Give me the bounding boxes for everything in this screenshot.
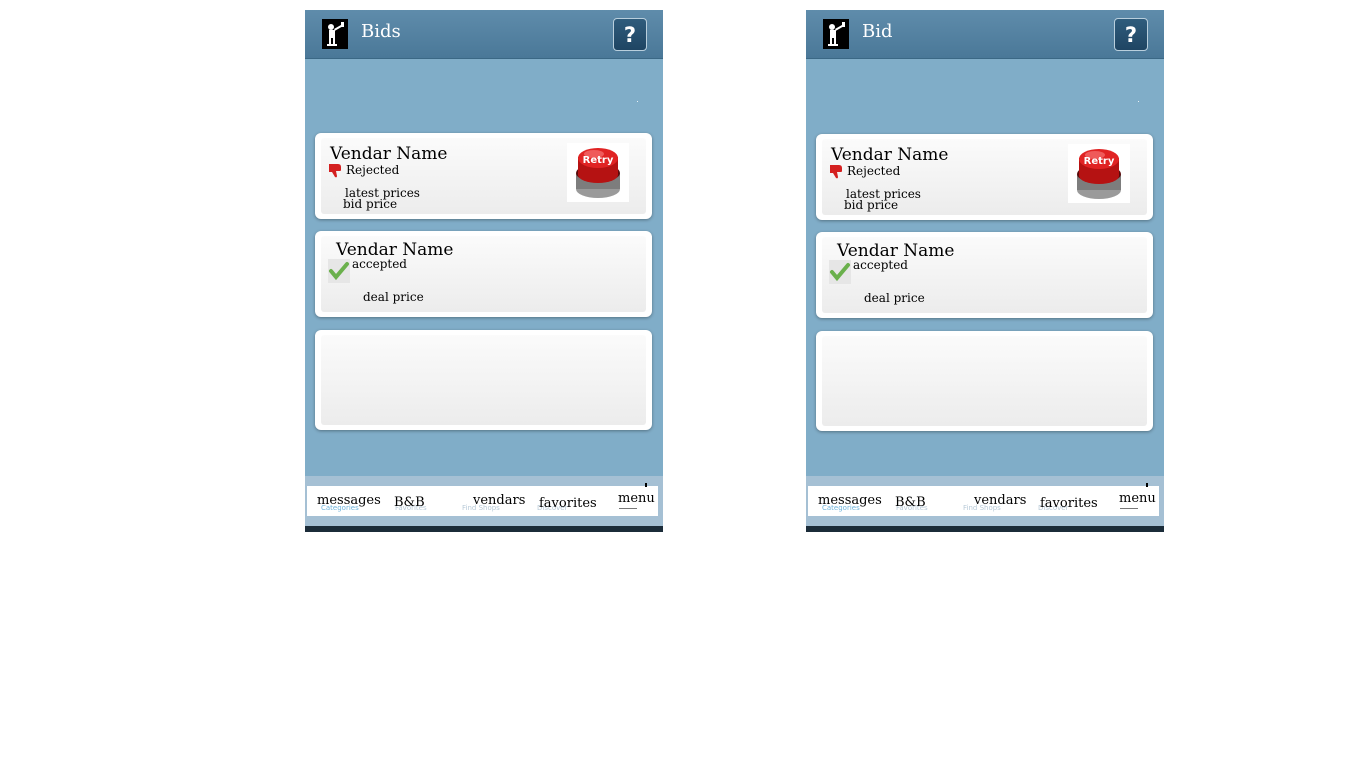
bid-price-label: bid price bbox=[844, 198, 899, 212]
status-text: accepted bbox=[352, 257, 407, 271]
thumbs-down-icon bbox=[830, 165, 842, 179]
status-text: accepted bbox=[853, 258, 908, 272]
retry-button-icon bbox=[1077, 149, 1121, 199]
app-logo-icon bbox=[823, 19, 849, 49]
page-title: Bid bbox=[862, 21, 893, 42]
tab-favorites[interactable]: favorites bbox=[1040, 496, 1098, 511]
tab-messages[interactable]: messages bbox=[317, 493, 381, 508]
tab-vendars[interactable]: vendars bbox=[974, 493, 1026, 508]
help-button[interactable]: ? bbox=[613, 18, 647, 51]
bid-price-label: bid price bbox=[343, 197, 398, 211]
checkmark-icon bbox=[829, 260, 851, 284]
menu-tick bbox=[1146, 483, 1148, 487]
app-logo-icon bbox=[322, 19, 348, 49]
vendor-name: Vendar Name bbox=[831, 145, 949, 165]
vendor-name: Vendar Name bbox=[330, 144, 448, 164]
bid-card-rejected[interactable]: Vendar Name Rejected latest prices bid p… bbox=[315, 133, 652, 219]
menu-underline bbox=[1120, 508, 1138, 509]
bid-card-accepted[interactable]: Vendar Name accepted deal price bbox=[816, 232, 1153, 318]
checkmark-icon bbox=[328, 259, 350, 283]
deal-price-label: deal price bbox=[864, 291, 925, 305]
bottom-tab-bar: Categories Favorites Find Shops Discover… bbox=[307, 483, 658, 516]
status-text: Rejected bbox=[346, 163, 400, 177]
tab-vendars[interactable]: vendars bbox=[473, 493, 525, 508]
tab-bnb[interactable]: B&B bbox=[895, 495, 926, 510]
bid-card-accepted[interactable]: Vendar Name accepted deal price bbox=[315, 231, 652, 317]
retry-button-icon bbox=[576, 148, 620, 198]
deal-price-label: deal price bbox=[363, 290, 424, 304]
thumbs-down-icon bbox=[329, 164, 341, 178]
empty-card bbox=[315, 330, 652, 430]
divider-dot bbox=[637, 101, 638, 102]
phone-screen-bids: Bids ? Vendar Name Rejected latest price… bbox=[305, 10, 663, 532]
bottom-edge bbox=[305, 526, 663, 532]
tab-menu[interactable]: menu bbox=[618, 491, 655, 506]
tab-bnb[interactable]: B&B bbox=[394, 495, 425, 510]
card-body bbox=[321, 335, 646, 425]
tab-menu[interactable]: menu bbox=[1119, 491, 1156, 506]
menu-underline bbox=[619, 508, 637, 509]
tab-favorites[interactable]: favorites bbox=[539, 496, 597, 511]
bottom-edge bbox=[806, 526, 1164, 532]
menu-tick bbox=[645, 483, 647, 487]
header-bar: Bids ? bbox=[305, 10, 663, 59]
retry-label: Retry bbox=[582, 155, 614, 166]
bottom-tab-bar: Categories Favorites Find Shops Discover… bbox=[808, 483, 1159, 516]
page-title: Bids bbox=[361, 21, 401, 42]
help-button[interactable]: ? bbox=[1114, 18, 1148, 51]
header-bar: Bid ? bbox=[806, 10, 1164, 59]
retry-button[interactable]: Retry bbox=[1068, 144, 1130, 203]
retry-label: Retry bbox=[1083, 156, 1115, 167]
card-body bbox=[822, 336, 1147, 426]
retry-button[interactable]: Retry bbox=[567, 143, 629, 202]
status-text: Rejected bbox=[847, 164, 901, 178]
bid-card-rejected[interactable]: Vendar Name Rejected latest prices bid p… bbox=[816, 134, 1153, 220]
tab-messages[interactable]: messages bbox=[818, 493, 882, 508]
empty-card bbox=[816, 331, 1153, 431]
divider-dot bbox=[1138, 101, 1139, 102]
phone-screen-bid: Bid ? Vendar Name Rejected latest prices… bbox=[806, 10, 1164, 532]
